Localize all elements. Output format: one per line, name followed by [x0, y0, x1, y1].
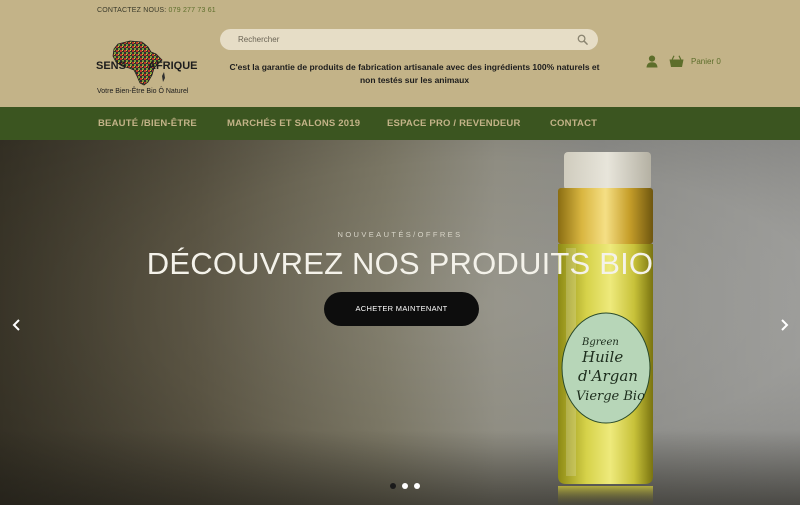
contact-label: CONTACTEZ NOUS: [97, 7, 167, 14]
hero-floor-shadow [0, 430, 800, 505]
contact-phone-link[interactable]: 079 277 73 61 [169, 7, 216, 14]
logo-tagline: Votre Bien-Être Bio Ô Naturel [97, 88, 189, 95]
chevron-left-icon[interactable] [10, 318, 24, 332]
bottle-label-line-3: d'Argan [578, 367, 638, 385]
bottle-label-line-2: Huile [581, 348, 623, 366]
argan-oil-bottle-image: Bgreen Huile d'Argan Vierge Bio [558, 152, 653, 505]
nav-item-contact[interactable]: CONTACT [550, 118, 597, 129]
hero-slider: Bgreen Huile d'Argan Vierge Bio NOUVEAUT… [0, 140, 800, 505]
hero-subtitle: NOUVEAUTÉS/OFFRES [337, 230, 463, 239]
chevron-right-icon[interactable] [777, 318, 791, 332]
logo-text-left: SENS [96, 60, 126, 72]
site-logo[interactable]: SENS AFRIQUE Votre Bien-Être Bio Ô Natur… [96, 38, 198, 98]
slide-dot-3[interactable] [414, 483, 420, 489]
bottle-label-line-1: Bgreen [581, 337, 619, 348]
user-icon[interactable] [646, 55, 658, 68]
nav-item-espace-pro[interactable]: ESPACE PRO / REVENDEUR [387, 118, 521, 129]
slide-dot-2[interactable] [402, 483, 408, 489]
shop-now-button[interactable]: ACHETER MAINTENANT [324, 292, 479, 326]
search-bar [220, 29, 598, 50]
contact-line: CONTACTEZ NOUS: 079 277 73 61 [97, 7, 216, 14]
search-icon[interactable] [577, 34, 588, 45]
main-nav: BEAUTÉ /BIEN-ÊTRE MARCHÉS ET SALONS 2019… [0, 107, 800, 140]
hero-title: DÉCOUVREZ NOS PRODUITS BIO [146, 246, 654, 281]
slide-dot-1[interactable] [390, 483, 396, 489]
nav-item-beaute[interactable]: BEAUTÉ /BIEN-ÊTRE [98, 118, 197, 129]
nav-item-marches[interactable]: MARCHÉS ET SALONS 2019 [227, 118, 360, 129]
logo-text-right: AFRIQUE [148, 60, 198, 72]
cart-icon[interactable] [669, 55, 684, 68]
header-tagline: C'est la garantie de produits de fabrica… [229, 62, 600, 85]
search-input[interactable] [220, 29, 598, 50]
site-header: CONTACTEZ NOUS: 079 277 73 61 SENS AFRIQ… [0, 0, 800, 107]
bottle-label-line-4: Vierge Bio [576, 389, 645, 404]
cart-label[interactable]: Panier 0 [691, 57, 721, 66]
